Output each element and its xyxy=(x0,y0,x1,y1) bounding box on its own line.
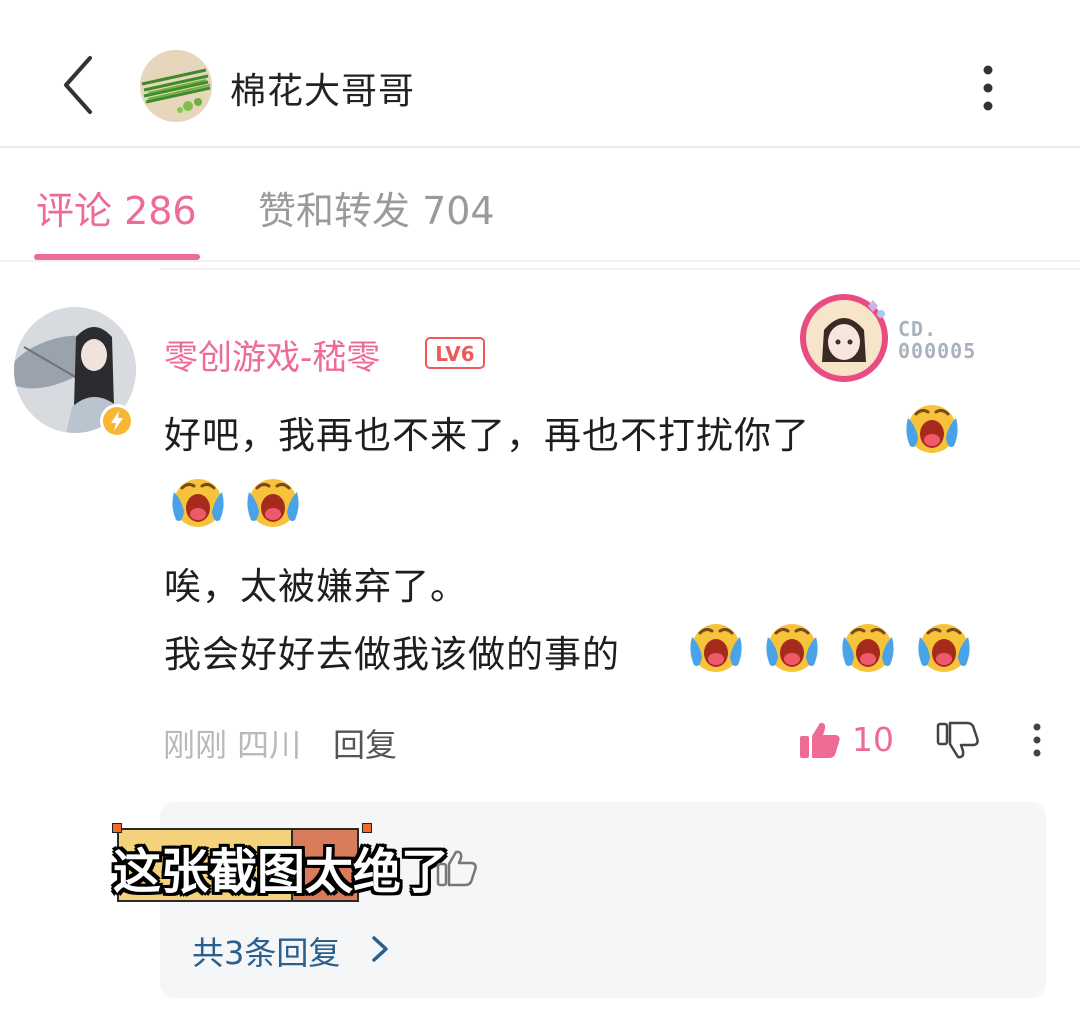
crying-face-emoji xyxy=(916,622,972,674)
crying-face-emoji xyxy=(904,403,960,455)
tab-likes-reposts[interactable]: 赞和转发 704 xyxy=(258,180,495,235)
chevron-left-icon xyxy=(64,56,92,114)
tab-comments[interactable]: 评论 286 xyxy=(36,180,197,235)
lightning-badge-icon xyxy=(103,407,131,435)
chevron-right-icon[interactable] xyxy=(368,932,392,966)
reply-button[interactable]: 回复 xyxy=(333,720,397,766)
thumbs-down-icon xyxy=(936,721,979,759)
avatar-pendant xyxy=(798,292,898,384)
thumbs-up-filled-icon xyxy=(800,722,840,758)
like-count: 10 xyxy=(852,720,894,759)
chives-avatar-image xyxy=(140,50,212,122)
dislike-button[interactable] xyxy=(936,720,980,762)
comment-text-line: 好吧，我再也不来了，再也不打扰你了 xyxy=(164,414,810,457)
overlay-caption: 这张截图太绝了 xyxy=(113,844,450,900)
tab-bar: 评论 286 赞和转发 704 xyxy=(0,150,1080,262)
more-vertical-icon xyxy=(983,65,993,111)
comment-more-button[interactable] xyxy=(1024,720,1050,760)
user-avatar[interactable] xyxy=(140,50,212,122)
comment-username[interactable]: 零创游戏-嵇零 xyxy=(164,330,380,379)
crying-face-emoji xyxy=(764,622,820,674)
crying-face-emoji xyxy=(245,477,301,529)
comment-text-line: 我会好好去做我该做的事的 xyxy=(164,633,620,676)
thumbs-up-outline-icon xyxy=(436,848,478,888)
divider xyxy=(160,268,1080,270)
comment-time-location: 刚刚 四川 xyxy=(163,726,302,764)
more-vertical-icon xyxy=(1033,723,1041,757)
divider xyxy=(0,260,1080,262)
back-button[interactable] xyxy=(52,50,112,120)
like-button[interactable] xyxy=(798,720,842,760)
page-title: 棉花大哥哥 xyxy=(230,71,416,112)
level-badge: LV6 xyxy=(425,337,485,369)
verified-badge xyxy=(100,404,134,438)
crying-face-emoji xyxy=(170,477,226,529)
pendant-image xyxy=(800,294,888,382)
level-text: LV6 xyxy=(435,342,474,366)
top-bar: 棉花大哥哥 xyxy=(0,0,1080,148)
comment-text-line: 唉，太被嫌弃了。 xyxy=(164,565,468,608)
crying-face-emoji xyxy=(688,622,744,674)
view-replies-link[interactable]: 共3条回复 xyxy=(192,928,340,974)
pendant-number: CD. 000005 xyxy=(898,317,977,363)
more-options-button[interactable] xyxy=(966,60,1010,116)
crying-face-emoji xyxy=(840,622,896,674)
